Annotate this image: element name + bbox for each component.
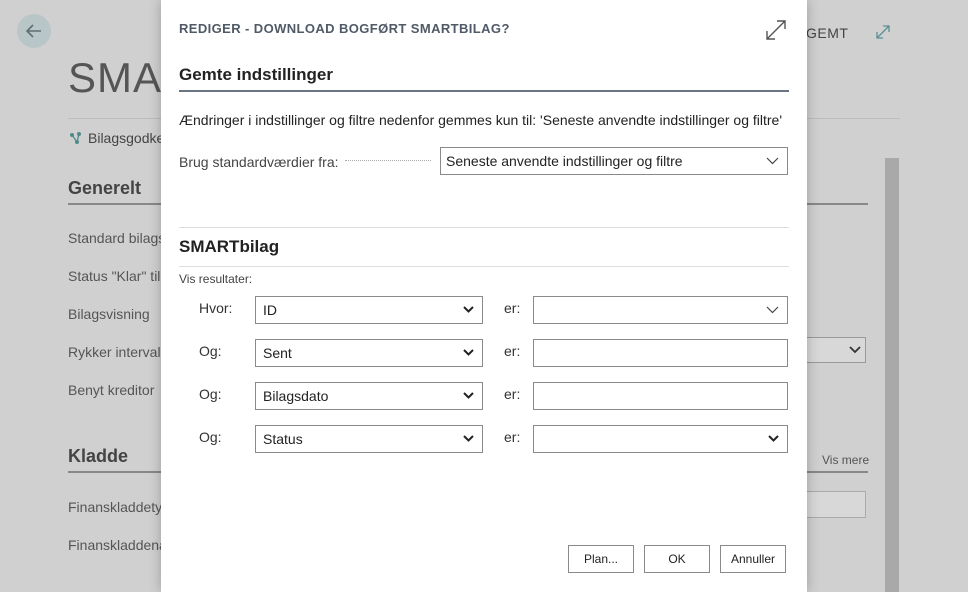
- filter-row-label: Hvor:: [199, 300, 233, 316]
- chevron-down-icon: [768, 435, 779, 442]
- filter-value-input[interactable]: [533, 382, 788, 410]
- scrollbar[interactable]: [885, 158, 899, 592]
- action-bilagsgodkendelse[interactable]: Bilagsgodke: [68, 130, 164, 146]
- expand-icon: [876, 25, 890, 39]
- chevron-down-icon: [766, 157, 779, 165]
- chevron-down-icon: [463, 435, 474, 442]
- smartbilag-heading: SMARTbilag: [179, 237, 280, 256]
- filter-field-value: Bilagsdato: [263, 388, 329, 404]
- filter-value-select[interactable]: [533, 296, 788, 324]
- saved-indicator: GEMT: [806, 25, 849, 41]
- filter-field-value: ID: [263, 302, 277, 318]
- chevron-down-icon: [463, 306, 474, 313]
- filter-operator-label: er:: [504, 386, 521, 402]
- cancel-button[interactable]: Annuller: [720, 545, 786, 573]
- expand-icon: [766, 20, 786, 40]
- expand-button[interactable]: [874, 23, 892, 46]
- defaults-label: Brug standardværdier fra:: [179, 154, 339, 170]
- filter-field-select[interactable]: ID: [255, 296, 483, 324]
- show-results-label: Vis resultater:: [179, 272, 253, 286]
- background-select[interactable]: [806, 337, 866, 363]
- chevron-down-icon: [766, 306, 779, 314]
- plan-button[interactable]: Plan...: [568, 545, 634, 573]
- show-more-link[interactable]: Vis mere: [822, 453, 869, 467]
- filter-row-label: Og:: [199, 343, 222, 359]
- field-label: Finanskladdena: [68, 537, 167, 553]
- field-label: Standard bilags: [68, 230, 166, 246]
- divider: [179, 227, 789, 228]
- arrow-left-icon: [25, 24, 41, 38]
- back-button[interactable]: [17, 14, 51, 48]
- action-label: Bilagsgodke: [88, 130, 165, 146]
- background-input[interactable]: [806, 491, 866, 518]
- info-text: Ændringer i indstillinger og filtre nede…: [179, 112, 782, 128]
- filter-field-value: Sent: [263, 345, 292, 361]
- divider: [179, 90, 789, 92]
- filter-field-select[interactable]: Sent: [255, 339, 483, 367]
- leader-dots: [345, 160, 431, 161]
- defaults-select[interactable]: Seneste anvendte indstillinger og filtre: [440, 147, 788, 175]
- chevron-down-icon: [849, 346, 861, 354]
- filter-field-select[interactable]: Status: [255, 425, 483, 453]
- field-label: Finanskladdety: [68, 499, 163, 515]
- filter-operator-label: er:: [504, 343, 521, 359]
- workflow-icon: [70, 132, 81, 144]
- filter-value-select[interactable]: [533, 425, 788, 453]
- field-label: Bilagsvisning: [68, 306, 150, 322]
- filter-field-select[interactable]: Bilagsdato: [255, 382, 483, 410]
- dialog-caption: REDIGER - DOWNLOAD BOGFØRT SMARTBILAG?: [179, 21, 510, 36]
- divider: [179, 266, 789, 267]
- maximize-button[interactable]: [765, 19, 787, 46]
- filter-operator-label: er:: [504, 300, 521, 316]
- filter-operator-label: er:: [504, 429, 521, 445]
- chevron-down-icon: [463, 349, 474, 356]
- field-label: Status "Klar" til: [68, 268, 161, 284]
- chevron-down-icon: [463, 392, 474, 399]
- saved-settings-heading: Gemte indstillinger: [179, 65, 333, 84]
- filter-row-label: Og:: [199, 386, 222, 402]
- ok-button[interactable]: OK: [644, 545, 710, 573]
- defaults-value: Seneste anvendte indstillinger og filtre: [446, 153, 683, 169]
- field-label: Rykker interval: [68, 344, 161, 360]
- filter-field-value: Status: [263, 431, 303, 447]
- filter-row-label: Og:: [199, 429, 222, 445]
- filter-value-input[interactable]: [533, 339, 788, 367]
- field-label: Benyt kreditor: [68, 382, 155, 398]
- filter-dialog: REDIGER - DOWNLOAD BOGFØRT SMARTBILAG? G…: [161, 0, 807, 592]
